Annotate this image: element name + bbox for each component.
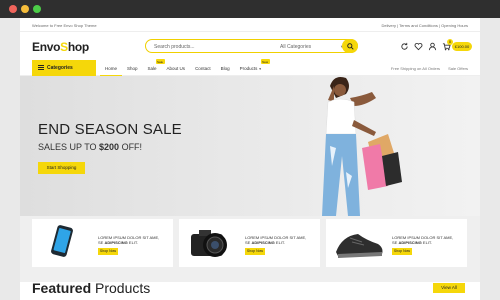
top-links[interactable]: Delivery | Terms and Conditions | Openin… (382, 23, 469, 28)
nav-sale[interactable]: Sale Sale (143, 59, 165, 76)
promo-card-camera: LOREM IPSUM DOLOR SIT AME, SE ADIPISCING … (179, 219, 320, 267)
hero-banner: END SEASON SALE SALES UP TO $200 OFF! St… (20, 76, 480, 216)
free-shipping-link[interactable]: Free Shipping on All Orders (391, 66, 440, 71)
hero-subtitle-suffix: OFF! (119, 142, 143, 152)
start-shopping-button[interactable]: Start Shopping (38, 162, 85, 174)
search-button[interactable] (342, 39, 358, 53)
heart-icon[interactable] (414, 42, 423, 51)
promo-line2-bold: ADIPISCING (251, 240, 275, 245)
nav-contact[interactable]: Contact (190, 60, 216, 76)
shop-now-button[interactable]: Shop Now (392, 248, 412, 255)
refresh-icon[interactable] (400, 42, 409, 51)
promo-text-1: LOREM IPSUM DOLOR SIT AME, SE ADIPISCING … (98, 235, 159, 245)
category-select[interactable]: All Categories (280, 44, 311, 50)
promo-line2-suffix: ELIT. (274, 240, 286, 245)
phone-image (51, 225, 73, 257)
hero-subtitle-amount: $200 (99, 142, 120, 152)
site-logo[interactable]: EnvoShop (32, 40, 89, 54)
promo-line2-suffix: ELIT. (421, 240, 433, 245)
hero-subtitle: SALES UP TO $200 OFF! (38, 142, 142, 152)
nav-about[interactable]: About Us (162, 60, 191, 76)
logo-word-1: Envo (32, 40, 61, 54)
close-dot-icon[interactable] (9, 5, 17, 13)
search-icon (346, 42, 354, 50)
minimize-dot-icon[interactable] (21, 5, 29, 13)
welcome-text: Welcome to Free Envo Shop Theme (32, 23, 97, 28)
sale-offers-link[interactable]: Sale Offers (448, 66, 468, 71)
cart-total-button[interactable]: £100.00 (452, 42, 472, 51)
nav-sale-label: Sale (147, 66, 157, 71)
promo-line2-suffix: ELIT. (127, 240, 139, 245)
browser-chrome (0, 0, 500, 18)
header-icons (400, 42, 451, 52)
featured-products-heading: Featured Products (32, 280, 150, 296)
promo-line2-bold: ADIPISCING (104, 240, 128, 245)
logo-word-2: hop (67, 40, 89, 54)
shop-page: Welcome to Free Envo Shop Theme Delivery… (20, 18, 480, 300)
camera-image (191, 230, 227, 257)
menu-icon (38, 65, 44, 70)
search-input[interactable]: Search products... (154, 44, 195, 50)
featured-word: Featured (32, 280, 92, 296)
categories-label: Categories (47, 65, 73, 71)
header: EnvoShop Search products... All Categori… (20, 32, 480, 60)
logo-s-letter: S (60, 40, 68, 54)
new-badge: New (260, 59, 270, 64)
promo-section: LOREM IPSUM DOLOR SIT AME, SE ADIPISCING … (20, 216, 480, 282)
nav-links: Home Shop Sale Sale About Us Contact Blog… (100, 59, 270, 76)
promo-card-shoe: LOREM IPSUM DOLOR SIT AME, SE ADIPISCING … (326, 219, 467, 267)
promo-line2-bold: ADIPISCING (398, 240, 422, 245)
view-all-button[interactable]: View All (433, 283, 465, 293)
nav-blog[interactable]: Blog (216, 60, 235, 76)
top-bar: Welcome to Free Envo Shop Theme Delivery… (20, 18, 480, 32)
promo-text-3: LOREM IPSUM DOLOR SIT AME, SE ADIPISCING … (392, 235, 453, 245)
chevron-down-icon: ▼ (258, 67, 262, 71)
user-icon[interactable] (428, 42, 437, 51)
hero-subtitle-prefix: SALES UP TO (38, 142, 100, 152)
shoe-image (336, 234, 383, 258)
nav-right-links: Free Shipping on All Orders Sale Offers (391, 66, 468, 71)
hero-title: END SEASON SALE (38, 121, 182, 138)
shop-now-button[interactable]: Shop Now (98, 248, 118, 255)
shop-now-button[interactable]: Shop Now (245, 248, 265, 255)
promo-text-2: LOREM IPSUM DOLOR SIT AME, SE ADIPISCING … (245, 235, 306, 245)
promo-card-phone: LOREM IPSUM DOLOR SIT AME, SE ADIPISCING … (32, 219, 173, 267)
search-bar[interactable]: Search products... All Categories ▼ (145, 39, 358, 53)
nav-products[interactable]: Products ▼ New (235, 59, 270, 76)
nav-products-label: Products (239, 66, 258, 71)
hero-model-image (322, 77, 402, 216)
categories-button[interactable]: Categories (32, 60, 96, 76)
maximize-dot-icon[interactable] (33, 5, 41, 13)
nav-shop[interactable]: Shop (122, 60, 143, 76)
products-word: Products (95, 280, 151, 296)
main-nav: Categories Home Shop Sale Sale About Us C… (20, 59, 480, 76)
nav-home[interactable]: Home (100, 60, 123, 76)
